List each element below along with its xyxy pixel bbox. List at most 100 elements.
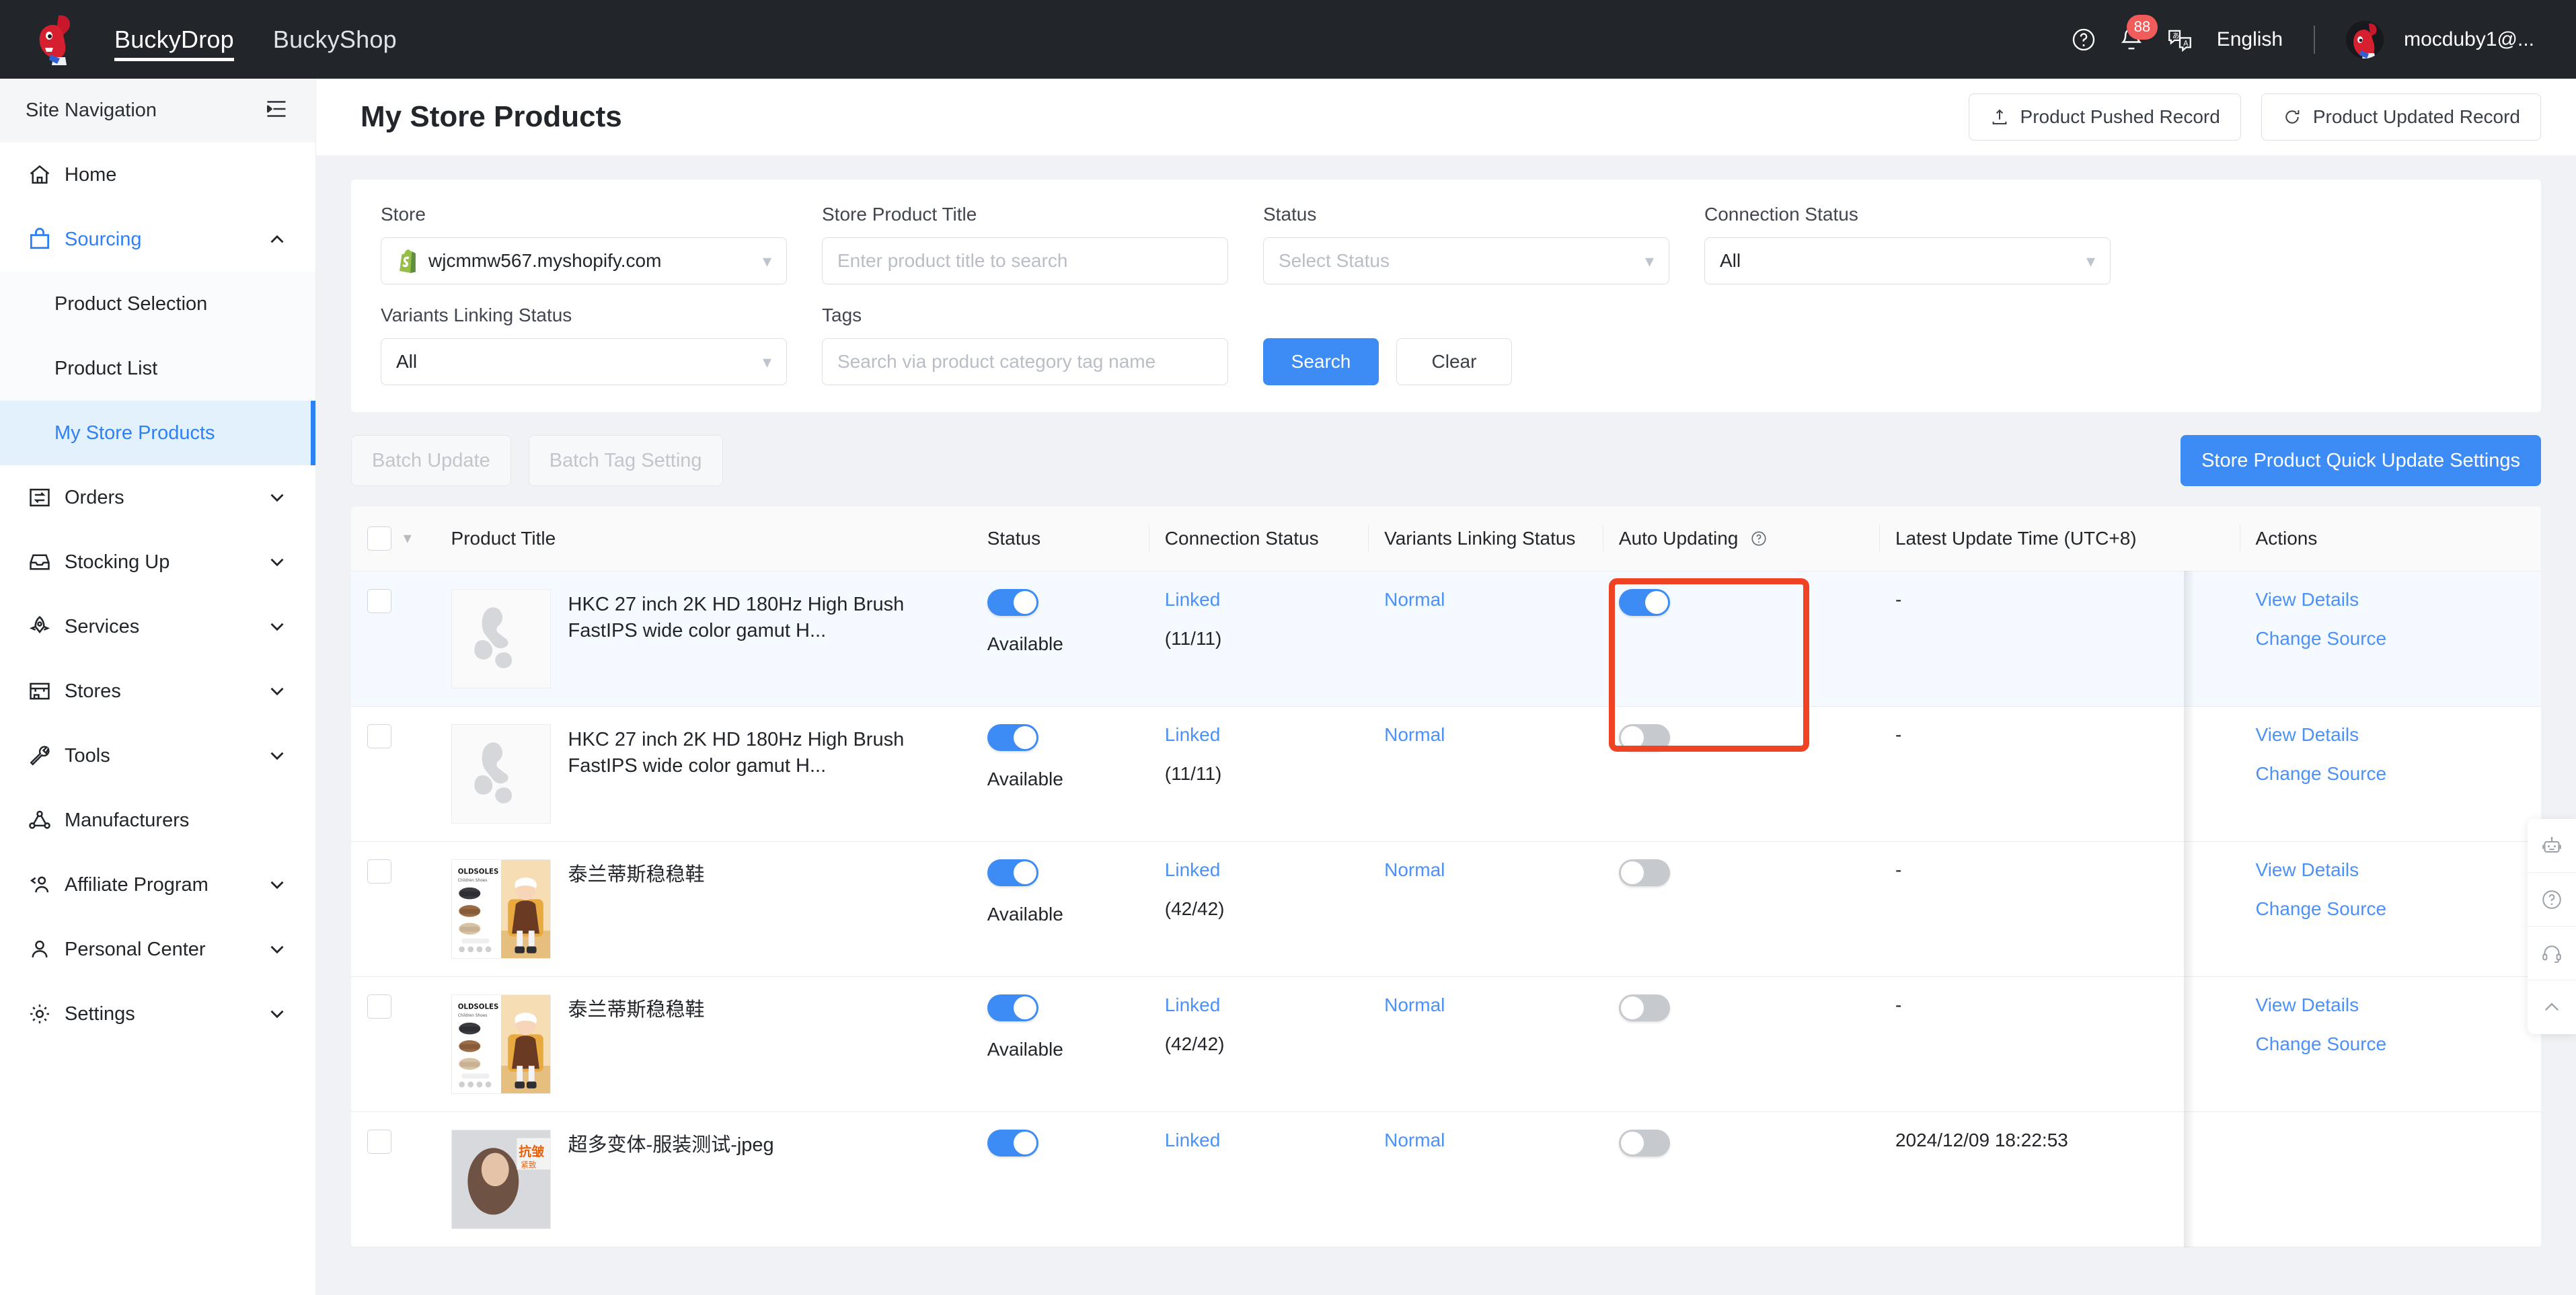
row-checkbox[interactable] [367,1129,391,1154]
back-to-top-button[interactable] [2528,980,2576,1034]
help-icon[interactable] [2070,26,2097,53]
view-details-link[interactable]: View Details [2256,724,2525,746]
select-all-checkbox[interactable] [367,526,391,551]
product-title[interactable]: 泰兰蒂斯稳稳鞋 [568,994,705,1094]
store-select[interactable]: wjcmmw567.myshopify.com ▾ [381,237,787,284]
sidebar-item-stocking-up[interactable]: Stocking Up [0,530,315,594]
table-row[interactable]: HKC 27 inch 2K HD 180Hz High Brush FastI… [351,706,2541,842]
connection-status-link[interactable]: Linked [1165,589,1221,610]
variants-linking-status-value: All [396,351,418,372]
customer-support-button[interactable] [2528,927,2576,980]
sidebar-item-sourcing[interactable]: Sourcing [0,207,315,272]
auto-updating-toggle[interactable] [1618,588,1670,616]
apparel-model-image: 抗皱 紧致 [451,1130,550,1228]
variants-linking-status-select[interactable]: All ▾ [381,338,787,385]
username-label[interactable]: mocduby1@... [2404,28,2534,51]
brand-logo[interactable] [0,13,114,67]
top-bar-right-cluster: 88 あ A English mocduby1@... [2070,14,2576,58]
column-product-title: Product Title [434,506,971,572]
status-select[interactable]: Select Status ▾ [1263,237,1669,284]
auto-updating-toggle[interactable] [1618,1129,1670,1156]
search-button[interactable]: Search [1263,338,1379,385]
view-details-link[interactable]: View Details [2256,589,2525,611]
robot-assistant-button[interactable] [2528,819,2576,873]
connection-status-link[interactable]: Linked [1165,994,1221,1015]
robot-icon [2542,836,2561,853]
status-toggle[interactable] [987,994,1038,1021]
row-auto-updating-cell [1602,1111,1879,1247]
batch-update-button[interactable]: Batch Update [351,435,511,486]
sidebar-item-my-store-products[interactable]: My Store Products [0,401,315,465]
sidebar-item-home[interactable]: Home [0,143,315,207]
help-button[interactable] [2528,873,2576,927]
chevron-down-icon[interactable]: ▾ [404,529,412,547]
variants-linking-status-link[interactable]: Normal [1384,859,1445,880]
table-row[interactable]: HKC 27 inch 2K HD 180Hz High Brush FastI… [351,571,2541,707]
sidebar-item-product-list[interactable]: Product List [0,336,315,401]
variants-linking-status-link[interactable]: Normal [1384,589,1445,610]
tab-buckyshop[interactable]: BuckyShop [273,0,397,79]
auto-updating-help-icon[interactable] [1750,530,1768,547]
svg-text:抗皱: 抗皱 [519,1143,545,1159]
auto-updating-toggle[interactable] [1618,723,1670,751]
row-checkbox[interactable] [367,994,391,1019]
clear-button[interactable]: Clear [1396,338,1512,385]
sidebar-item-manufacturers[interactable]: Manufacturers [0,788,315,853]
status-toggle[interactable] [987,859,1038,886]
store-product-title-input[interactable]: Enter product title to search [822,237,1228,284]
tab-buckydrop[interactable]: BuckyDrop [114,0,234,79]
store-product-quick-update-settings-button[interactable]: Store Product Quick Update Settings [2181,435,2541,486]
table-row[interactable]: OLDSOLES Children Shoes 泰兰蒂斯稳稳鞋 Availabl… [351,841,2541,977]
connection-status-link[interactable]: Linked [1165,724,1221,745]
row-checkbox[interactable] [367,859,391,884]
variants-linking-status-label: Variants Linking Status [381,305,572,325]
avatar[interactable] [2346,20,2384,58]
sidebar-item-personal-center[interactable]: Personal Center [0,917,315,982]
sidebar-item-tools[interactable]: Tools [0,723,315,788]
sidebar-item-affiliate-program[interactable]: Affiliate Program [0,853,315,917]
sidebar-item-stores[interactable]: Stores [0,659,315,723]
row-status-cell: Available [971,706,1149,842]
variants-linking-status-link[interactable]: Normal [1384,1130,1445,1150]
table-row[interactable]: OLDSOLES Children Shoes 泰兰蒂斯稳稳鞋 Availabl… [351,976,2541,1112]
product-title[interactable]: 泰兰蒂斯稳稳鞋 [568,859,705,959]
row-checkbox[interactable] [367,723,391,748]
variants-linking-status-link[interactable]: Normal [1384,724,1445,745]
table-row[interactable]: 抗皱 紧致 超多变体-服装测试-jpeg Linked Normal 2024/… [351,1111,2541,1247]
status-toggle[interactable] [987,1129,1038,1156]
change-source-link[interactable]: Change Source [2256,763,2525,785]
sidebar-item-product-selection[interactable]: Product Selection [0,272,315,336]
language-translate-icon[interactable]: あ A [2166,26,2194,54]
status-toggle[interactable] [987,588,1038,616]
status-toggle[interactable] [987,723,1038,751]
batch-tag-setting-button[interactable]: Batch Tag Setting [528,435,723,486]
batch-toolbar: Batch Update Batch Tag Setting Store Pro… [351,435,2541,486]
svg-text:紧致: 紧致 [521,1160,537,1169]
sidebar-item-services[interactable]: Services [0,594,315,659]
product-title[interactable]: 超多变体-服装测试-jpeg [568,1130,774,1229]
change-source-link[interactable]: Change Source [2256,898,2525,920]
notification-bell-icon[interactable]: 88 [2117,14,2158,54]
view-details-link[interactable]: View Details [2256,859,2525,881]
collapse-menu-icon[interactable] [264,99,289,122]
home-icon [27,162,65,188]
product-title[interactable]: HKC 27 inch 2K HD 180Hz High Brush FastI… [568,589,955,689]
auto-updating-toggle[interactable] [1618,859,1670,886]
product-updated-record-button[interactable]: Product Updated Record [2261,93,2541,141]
product-title[interactable]: HKC 27 inch 2K HD 180Hz High Brush FastI… [568,724,955,824]
auto-updating-toggle[interactable] [1618,994,1670,1021]
change-source-link[interactable]: Change Source [2256,628,2525,650]
sidebar-item-orders[interactable]: Orders [0,465,315,530]
connection-status-link[interactable]: Linked [1165,859,1221,880]
connection-status-select[interactable]: All ▾ [1704,237,2111,284]
variants-linking-status-link[interactable]: Normal [1384,994,1445,1015]
change-source-link[interactable]: Change Source [2256,1033,2525,1055]
view-details-link[interactable]: View Details [2256,994,2525,1016]
tags-input[interactable]: Search via product category tag name [822,338,1228,385]
tab-buckyshop-label: BuckyShop [272,25,397,53]
language-label[interactable]: English [2217,28,2283,51]
row-checkbox[interactable] [367,588,391,613]
sidebar-item-settings[interactable]: Settings [0,982,315,1046]
product-pushed-record-button[interactable]: Product Pushed Record [1968,93,2241,141]
connection-status-link[interactable]: Linked [1165,1130,1221,1150]
